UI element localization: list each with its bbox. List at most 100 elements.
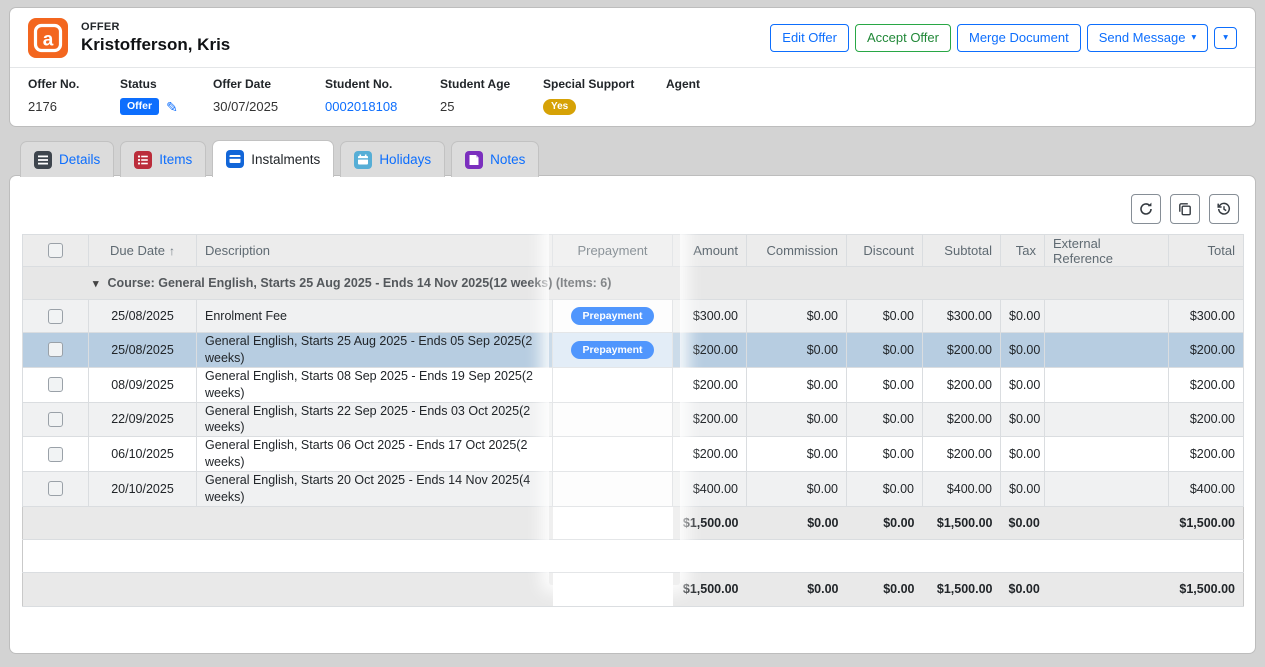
refresh-icon [1138, 201, 1154, 217]
tab-bar: Details Items Instalments Holidays [20, 140, 539, 177]
row-checkbox[interactable] [48, 481, 63, 496]
commission-cell: $0.00 [747, 333, 847, 368]
tax-cell: $0.00 [1001, 437, 1045, 472]
row-checkbox[interactable] [48, 377, 63, 392]
table-row[interactable]: 22/09/2025 General English, Starts 22 Se… [23, 402, 1244, 437]
external-reference-cell [1045, 300, 1169, 333]
special-support-badge: Yes [543, 99, 576, 115]
history-icon [1216, 201, 1232, 217]
column-header-commission[interactable]: Commission [747, 235, 847, 267]
description-cell: General English, Starts 20 Oct 2025 - En… [197, 472, 553, 507]
row-checkbox[interactable] [48, 309, 63, 324]
prepayment-cell [553, 472, 673, 507]
external-reference-cell [1045, 333, 1169, 368]
totals-spacer [23, 539, 1244, 572]
table-row[interactable]: 06/10/2025 General English, Starts 06 Oc… [23, 437, 1244, 472]
student-no-link[interactable]: 0002018108 [325, 99, 397, 114]
group-total-subtotal: $1,500.00 [923, 506, 1001, 539]
total-cell: $200.00 [1169, 402, 1244, 437]
student-age-value: 25 [440, 98, 543, 115]
tab-items[interactable]: Items [120, 141, 206, 177]
discount-cell: $0.00 [847, 333, 923, 368]
history-button[interactable] [1209, 194, 1239, 224]
tab-label: Details [59, 152, 100, 167]
column-header-description[interactable]: Description [197, 235, 553, 267]
field-label: Agent [666, 77, 700, 91]
subtotal-cell: $300.00 [923, 300, 1001, 333]
table-row-selected[interactable]: 25/08/2025 General English, Starts 25 Au… [23, 333, 1244, 368]
tab-holidays[interactable]: Holidays [340, 141, 445, 177]
row-checkbox-cell [23, 402, 89, 437]
column-header-tax[interactable]: Tax [1001, 235, 1045, 267]
more-actions-button[interactable]: ▾ [1214, 27, 1237, 49]
group-total-amount: $1,500.00 [673, 506, 747, 539]
prepayment-badge: Prepayment [571, 341, 653, 360]
description-cell: General English, Starts 25 Aug 2025 - En… [197, 333, 553, 368]
row-checkbox[interactable] [48, 342, 63, 357]
merge-document-button[interactable]: Merge Document [957, 24, 1081, 53]
column-header-amount[interactable]: Amount [673, 235, 747, 267]
commission-cell: $0.00 [747, 472, 847, 507]
group-total-external-reference [1045, 506, 1169, 539]
amount-cell: $200.00 [673, 437, 747, 472]
field-label: Special Support [543, 77, 666, 91]
table-row[interactable]: 08/09/2025 General English, Starts 08 Se… [23, 367, 1244, 402]
field-student-age: Student Age 25 [440, 77, 543, 115]
column-header-due-date[interactable]: Due Date↑ [89, 235, 197, 267]
grand-total-external-reference [1045, 572, 1169, 606]
tax-cell: $0.00 [1001, 367, 1045, 402]
tax-cell: $0.00 [1001, 472, 1045, 507]
send-message-button[interactable]: Send Message ▾ [1087, 24, 1209, 53]
refresh-button[interactable] [1131, 194, 1161, 224]
edit-status-icon[interactable]: ✎ [166, 100, 178, 114]
tax-cell: $0.00 [1001, 333, 1045, 368]
total-cell: $300.00 [1169, 300, 1244, 333]
subtotal-cell: $400.00 [923, 472, 1001, 507]
collapse-group-icon[interactable]: ▾ [93, 278, 99, 290]
row-checkbox[interactable] [48, 412, 63, 427]
amount-cell: $200.00 [673, 333, 747, 368]
group-total-tax: $0.00 [1001, 506, 1045, 539]
column-header-total[interactable]: Total [1169, 235, 1244, 267]
column-header-subtotal[interactable]: Subtotal [923, 235, 1001, 267]
column-header-discount[interactable]: Discount [847, 235, 923, 267]
group-total-discount: $0.00 [847, 506, 923, 539]
field-label: Offer No. [28, 77, 120, 91]
prepayment-badge: Prepayment [571, 307, 653, 326]
description-cell: General English, Starts 06 Oct 2025 - En… [197, 437, 553, 472]
select-all-checkbox[interactable] [48, 243, 63, 258]
discount-cell: $0.00 [847, 472, 923, 507]
instalments-panel: Due Date↑ Description Prepayment Amount … [10, 176, 1255, 653]
row-checkbox[interactable] [48, 447, 63, 462]
commission-cell: $0.00 [747, 437, 847, 472]
tab-label: Notes [490, 152, 525, 167]
table-row[interactable]: 25/08/2025 Enrolment Fee Prepayment $300… [23, 300, 1244, 333]
tab-label: Items [159, 152, 192, 167]
table-row[interactable]: 20/10/2025 General English, Starts 20 Oc… [23, 472, 1244, 507]
description-cell: General English, Starts 22 Sep 2025 - En… [197, 402, 553, 437]
offer-date-value: 30/07/2025 [213, 98, 325, 115]
course-group-row: ▾Course: General English, Starts 25 Aug … [23, 267, 1244, 300]
description-cell: Enrolment Fee [197, 300, 553, 333]
accept-offer-button[interactable]: Accept Offer [855, 24, 951, 53]
caret-down-icon: ▾ [1223, 33, 1228, 43]
amount-cell: $400.00 [673, 472, 747, 507]
column-header-external-reference[interactable]: External Reference [1045, 235, 1169, 267]
caret-down-icon: ▾ [1191, 33, 1196, 43]
copy-button[interactable] [1170, 194, 1200, 224]
field-label: Student No. [325, 77, 440, 91]
grid-toolbar [1131, 194, 1239, 224]
notes-icon [465, 151, 483, 169]
tab-notes[interactable]: Notes [451, 141, 539, 177]
tab-instalments[interactable]: Instalments [212, 140, 334, 177]
grand-total-commission: $0.00 [747, 572, 847, 606]
subtotal-cell: $200.00 [923, 367, 1001, 402]
edit-offer-button[interactable]: Edit Offer [770, 24, 849, 53]
grand-total-row: $1,500.00 $0.00 $0.00 $1,500.00 $0.00 $1… [23, 572, 1244, 606]
external-reference-cell [1045, 367, 1169, 402]
items-icon [134, 151, 152, 169]
tab-details[interactable]: Details [20, 141, 114, 177]
column-header-prepayment[interactable]: Prepayment [553, 235, 673, 267]
group-total-total: $1,500.00 [1169, 506, 1244, 539]
field-agent: Agent [666, 77, 700, 115]
